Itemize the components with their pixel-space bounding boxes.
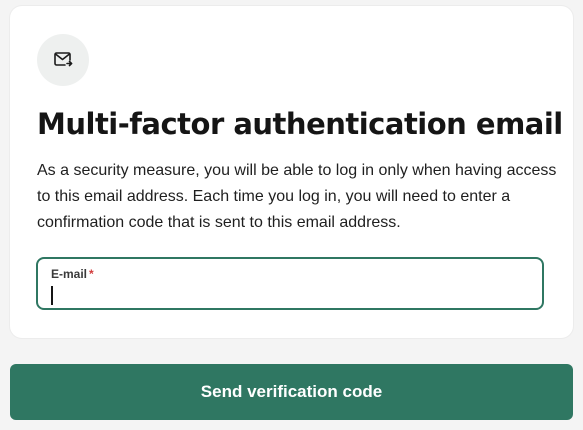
description-text: As a security measure, you will be able … — [37, 162, 557, 231]
page-title: Multi-factor authentication email — [37, 107, 563, 141]
required-marker: * — [89, 267, 94, 281]
mfa-email-card: Multi-factor authentication email As a s… — [10, 6, 573, 338]
text-caret — [51, 286, 53, 305]
mail-forward-icon — [37, 34, 89, 86]
email-field-label-text: E-mail — [51, 267, 88, 281]
email-field-label: E-mail * — [51, 267, 94, 281]
send-verification-code-button[interactable]: Send verification code — [10, 364, 573, 420]
email-input[interactable] — [50, 285, 530, 305]
email-field[interactable]: E-mail * — [36, 257, 544, 310]
